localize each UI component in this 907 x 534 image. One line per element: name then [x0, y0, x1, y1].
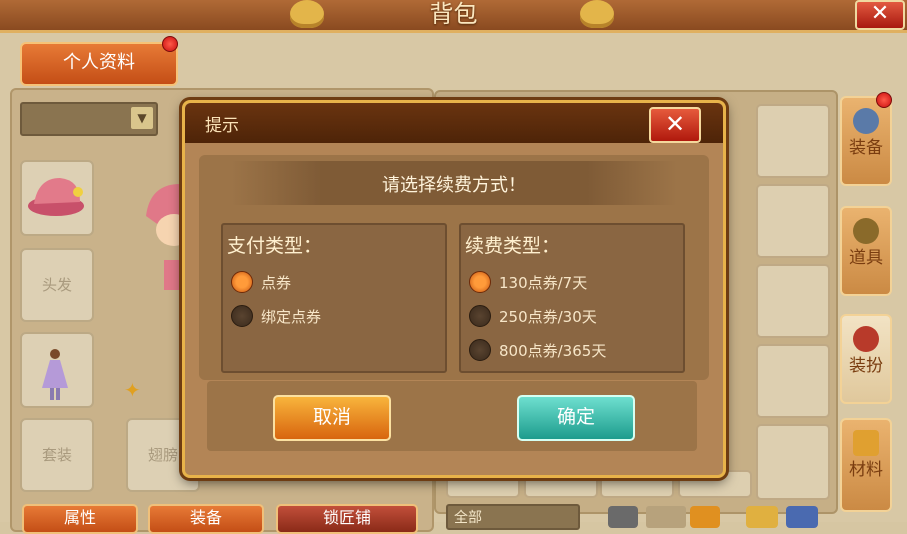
renewal-option-label: 250点券/30天 — [499, 308, 597, 326]
side-tab-label: 装备 — [849, 138, 883, 158]
dialog-title: 提示 — [205, 116, 239, 136]
category-value: 全部 — [454, 510, 482, 526]
side-tab-materials[interactable]: 材料 — [840, 418, 892, 512]
person-icon[interactable] — [786, 506, 818, 528]
inventory-cell[interactable] — [756, 424, 830, 500]
payment-option-label: 点券 — [261, 274, 292, 292]
side-tab-equipment[interactable]: 装备 — [840, 96, 892, 186]
ornament-right-icon — [580, 0, 614, 28]
radio-unselected-icon — [469, 339, 491, 361]
slot-hair[interactable]: 头发 — [20, 248, 94, 322]
side-tab-label: 装扮 — [849, 356, 883, 376]
radio-unselected-icon — [469, 305, 491, 327]
renewal-dialog: 提示 ✕ 请选择续费方式！ 支付类型： 点券 绑定点券 续费类型： 130点券/… — [182, 100, 726, 478]
chevron-down-icon: ▼ — [131, 107, 153, 129]
puzzle-icon — [853, 430, 879, 456]
power-badge: ✦ — [124, 378, 141, 402]
window-title: 背包 — [429, 0, 478, 28]
outfit-icon — [853, 326, 879, 352]
payment-option-label: 绑定点券 — [261, 308, 322, 326]
side-tab-outfit[interactable]: 装扮 — [840, 314, 892, 404]
pouch-icon — [853, 218, 879, 244]
page-indicator — [646, 506, 686, 528]
side-tab-label: 道具 — [849, 248, 883, 268]
renewal-type-title: 续费类型： — [465, 235, 561, 257]
dialog-header — [185, 103, 723, 143]
shield-icon — [853, 108, 879, 134]
dress-icon — [42, 349, 68, 400]
slot-outfit[interactable] — [20, 332, 94, 408]
radio-unselected-icon — [231, 305, 253, 327]
close-window-button[interactable]: ✕ — [855, 0, 905, 30]
radio-selected-icon — [231, 271, 253, 293]
inventory-cell[interactable] — [756, 104, 830, 178]
renewal-type-group: 续费类型： 130点券/7天 250点券/30天 800点券/365天 — [459, 223, 685, 373]
next-page-button[interactable] — [690, 506, 720, 528]
cancel-button[interactable]: 取消 — [273, 395, 391, 441]
radio-selected-icon — [469, 271, 491, 293]
locksmith-button[interactable]: 锁匠铺 — [276, 504, 418, 534]
sort-button[interactable] — [746, 506, 778, 528]
side-tab-items[interactable]: 道具 — [840, 206, 892, 296]
attributes-button[interactable]: 属性 — [22, 504, 138, 534]
inventory-cell[interactable] — [756, 264, 830, 338]
payment-type-group: 支付类型： 点券 绑定点券 — [221, 223, 447, 373]
tab-profile[interactable]: 个人资料 — [20, 42, 178, 86]
inventory-cell[interactable] — [756, 344, 830, 418]
slot-suit[interactable]: 套装 — [20, 418, 94, 492]
notification-dot — [876, 92, 892, 108]
inventory-cell[interactable] — [756, 184, 830, 258]
prev-page-button[interactable] — [608, 506, 638, 528]
renewal-option-label: 130点券/7天 — [499, 274, 588, 292]
slot-hat[interactable] — [20, 160, 94, 236]
side-tab-label: 材料 — [849, 460, 883, 480]
payment-type-title: 支付类型： — [227, 235, 323, 257]
hat-icon — [28, 178, 84, 216]
category-dropdown[interactable]: 全部 — [446, 504, 580, 530]
renewal-option-label: 800点券/365天 — [499, 342, 607, 360]
ornament-left-icon — [290, 0, 324, 28]
dialog-close-button[interactable]: ✕ — [649, 107, 701, 143]
dialog-message: 请选择续费方式！ — [382, 175, 526, 196]
equipment-button[interactable]: 装备 — [148, 504, 264, 534]
slot-filter-dropdown[interactable]: ▼ — [20, 102, 158, 136]
confirm-button[interactable]: 确定 — [517, 395, 635, 441]
notification-dot — [162, 36, 178, 52]
